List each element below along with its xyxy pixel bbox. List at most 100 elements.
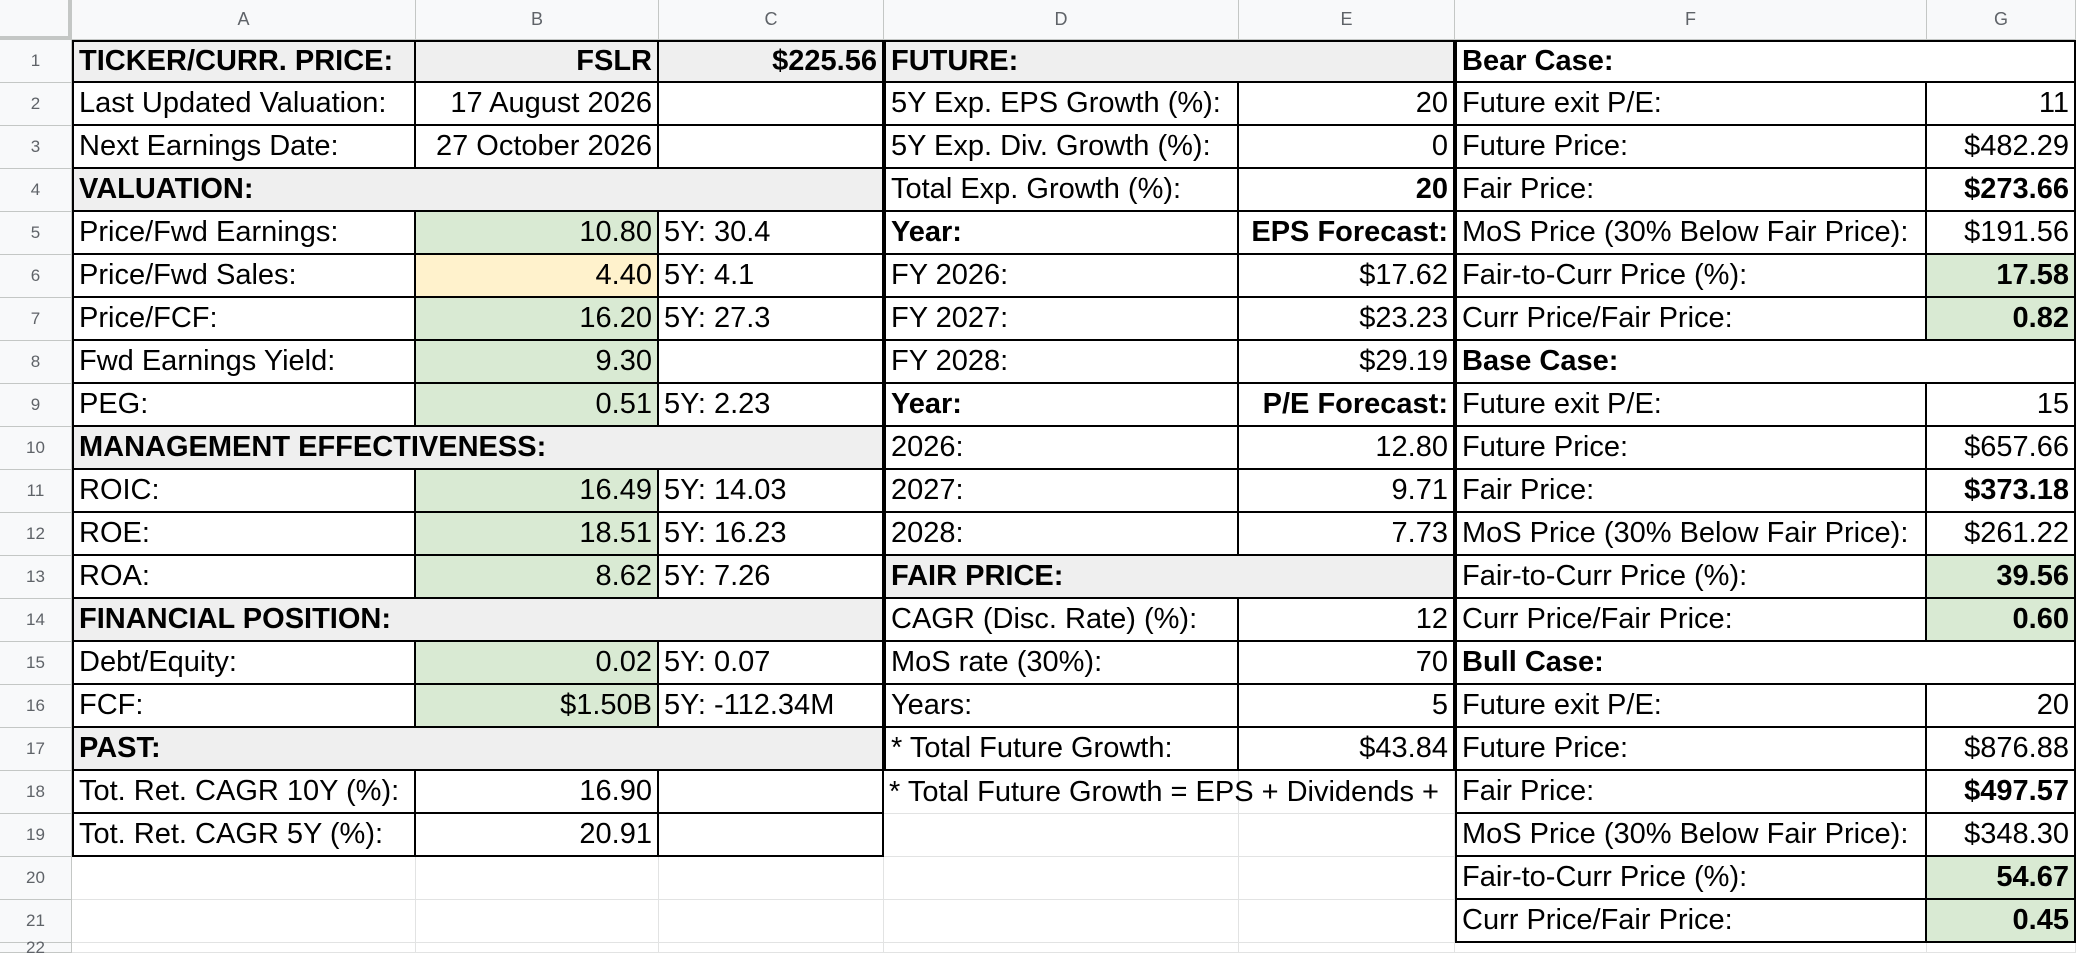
cell-c16[interactable]: 5Y: -112.34M [659, 685, 884, 728]
cell-a1[interactable]: TICKER/CURR. PRICE: [72, 40, 416, 83]
cell-a10[interactable]: MANAGEMENT EFFECTIVENESS: [72, 427, 884, 470]
row-header-18[interactable]: 18 [0, 771, 72, 814]
cell-f18[interactable]: Fair Price: [1455, 771, 1927, 814]
cell-e12[interactable]: 7.73 [1239, 513, 1455, 556]
cell-c13[interactable]: 5Y: 7.26 [659, 556, 884, 599]
row-header-5[interactable]: 5 [0, 212, 72, 255]
cell-g4[interactable]: $273.66 [1927, 169, 2076, 212]
cell-c19[interactable] [659, 814, 884, 857]
cell-e7[interactable]: $23.23 [1239, 298, 1455, 341]
cell-d4[interactable]: Total Exp. Growth (%): [884, 169, 1239, 212]
cell-f6[interactable]: Fair-to-Curr Price (%): [1455, 255, 1927, 298]
cell-b12[interactable]: 18.51 [416, 513, 659, 556]
row-header-7[interactable]: 7 [0, 298, 72, 341]
cell-b2[interactable]: 17 August 2026 [416, 83, 659, 126]
cell-f11[interactable]: Fair Price: [1455, 470, 1927, 513]
cell-d19[interactable] [884, 814, 1239, 857]
cell-f22[interactable] [1455, 943, 1927, 953]
row-header-9[interactable]: 9 [0, 384, 72, 427]
row-header-1[interactable]: 1 [0, 40, 72, 83]
cell-c12[interactable]: 5Y: 16.23 [659, 513, 884, 556]
cell-c18[interactable] [659, 771, 884, 814]
cell-a11[interactable]: ROIC: [72, 470, 416, 513]
cell-a22[interactable] [72, 943, 416, 953]
row-header-16[interactable]: 16 [0, 685, 72, 728]
cell-f1[interactable]: Bear Case: [1455, 40, 2076, 83]
cell-d13[interactable]: FAIR PRICE: [884, 556, 1455, 599]
row-header-2[interactable]: 2 [0, 83, 72, 126]
cell-b18[interactable]: 16.90 [416, 771, 659, 814]
cell-b1[interactable]: FSLR [416, 40, 659, 83]
cell-e16[interactable]: 5 [1239, 685, 1455, 728]
column-header-d[interactable]: D [884, 0, 1239, 40]
column-header-c[interactable]: C [659, 0, 884, 40]
row-header-22[interactable]: 22 [0, 938, 72, 957]
cell-f14[interactable]: Curr Price/Fair Price: [1455, 599, 1927, 642]
cell-f17[interactable]: Future Price: [1455, 728, 1927, 771]
cell-g6[interactable]: 17.58 [1927, 255, 2076, 298]
cell-a13[interactable]: ROA: [72, 556, 416, 599]
cell-c11[interactable]: 5Y: 14.03 [659, 470, 884, 513]
cell-f16[interactable]: Future exit P/E: [1455, 685, 1927, 728]
cell-a9[interactable]: PEG: [72, 384, 416, 427]
cell-b20[interactable] [416, 857, 659, 900]
cell-c6[interactable]: 5Y: 4.1 [659, 255, 884, 298]
cell-b13[interactable]: 8.62 [416, 556, 659, 599]
cell-a17[interactable]: PAST: [72, 728, 884, 771]
cell-g12[interactable]: $261.22 [1927, 513, 2076, 556]
select-all-corner[interactable] [0, 0, 72, 40]
cell-g16[interactable]: 20 [1927, 685, 2076, 728]
cell-a4[interactable]: VALUATION: [72, 169, 884, 212]
row-header-4[interactable]: 4 [0, 169, 72, 212]
cell-f20[interactable]: Fair-to-Curr Price (%): [1455, 857, 1927, 900]
cell-a16[interactable]: FCF: [72, 685, 416, 728]
cell-d16[interactable]: Years: [884, 685, 1239, 728]
cell-e19[interactable] [1239, 814, 1455, 857]
cell-e20[interactable] [1239, 857, 1455, 900]
cell-d17[interactable]: * Total Future Growth: [884, 728, 1239, 771]
cell-f2[interactable]: Future exit P/E: [1455, 83, 1927, 126]
column-header-e[interactable]: E [1239, 0, 1455, 40]
cell-b8[interactable]: 9.30 [416, 341, 659, 384]
cell-d14[interactable]: CAGR (Disc. Rate) (%): [884, 599, 1239, 642]
cell-f7[interactable]: Curr Price/Fair Price: [1455, 298, 1927, 341]
cell-b5[interactable]: 10.80 [416, 212, 659, 255]
cell-e3[interactable]: 0 [1239, 126, 1455, 169]
cell-g5[interactable]: $191.56 [1927, 212, 2076, 255]
cell-a19[interactable]: Tot. Ret. CAGR 5Y (%): [72, 814, 416, 857]
cell-b11[interactable]: 16.49 [416, 470, 659, 513]
row-header-19[interactable]: 19 [0, 814, 72, 857]
cell-d9[interactable]: Year: [884, 384, 1239, 427]
cell-a18[interactable]: Tot. Ret. CAGR 10Y (%): [72, 771, 416, 814]
cell-d1[interactable]: FUTURE: [884, 40, 1455, 83]
cell-f8[interactable]: Base Case: [1455, 341, 2076, 384]
cell-c2[interactable] [659, 83, 884, 126]
cell-b22[interactable] [416, 943, 659, 953]
cell-e11[interactable]: 9.71 [1239, 470, 1455, 513]
column-header-b[interactable]: B [416, 0, 659, 40]
cell-c5[interactable]: 5Y: 30.4 [659, 212, 884, 255]
cell-e5[interactable]: EPS Forecast: [1239, 212, 1455, 255]
cell-g9[interactable]: 15 [1927, 384, 2076, 427]
cell-d12[interactable]: 2028: [884, 513, 1239, 556]
cell-d18[interactable]: * Total Future Growth = EPS + Dividends … [884, 771, 1439, 814]
cell-c9[interactable]: 5Y: 2.23 [659, 384, 884, 427]
cell-f15[interactable]: Bull Case: [1455, 642, 2076, 685]
cell-c3[interactable] [659, 126, 884, 169]
cell-d11[interactable]: 2027: [884, 470, 1239, 513]
cell-b16[interactable]: $1.50B [416, 685, 659, 728]
cell-b21[interactable] [416, 900, 659, 943]
cell-g19[interactable]: $348.30 [1927, 814, 2076, 857]
row-header-8[interactable]: 8 [0, 341, 72, 384]
cell-f21[interactable]: Curr Price/Fair Price: [1455, 900, 1927, 943]
cell-e2[interactable]: 20 [1239, 83, 1455, 126]
cell-d15[interactable]: MoS rate (30%): [884, 642, 1239, 685]
row-header-15[interactable]: 15 [0, 642, 72, 685]
cell-g22[interactable] [1927, 943, 2076, 953]
cell-c7[interactable]: 5Y: 27.3 [659, 298, 884, 341]
cell-a15[interactable]: Debt/Equity: [72, 642, 416, 685]
cell-f4[interactable]: Fair Price: [1455, 169, 1927, 212]
cell-a8[interactable]: Fwd Earnings Yield: [72, 341, 416, 384]
row-header-17[interactable]: 17 [0, 728, 72, 771]
cell-f12[interactable]: MoS Price (30% Below Fair Price): [1455, 513, 1927, 556]
